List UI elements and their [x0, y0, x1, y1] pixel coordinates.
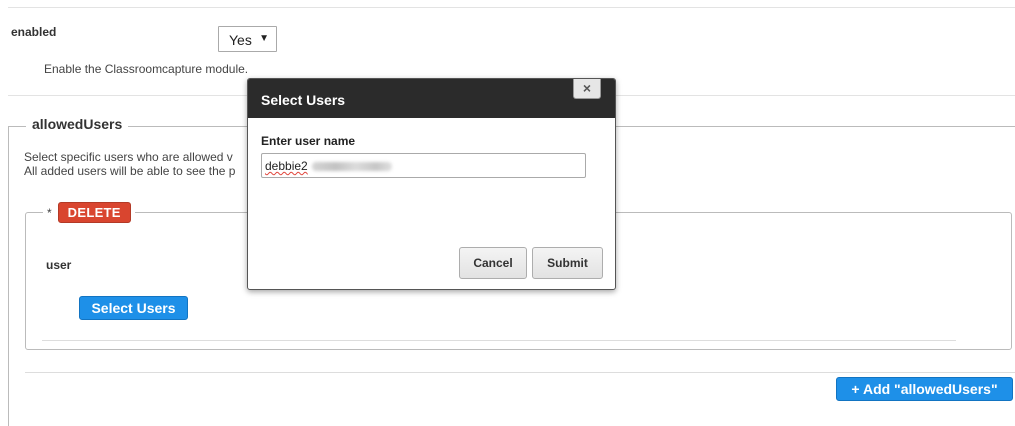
delete-button[interactable]: DELETE [57, 202, 131, 223]
add-allowed-users-button[interactable]: + Add "allowedUsers" [836, 377, 1013, 401]
allowed-users-description-line1: Select specific users who are allowed v [24, 150, 233, 164]
dialog-header: Select Users × [248, 79, 615, 118]
username-input[interactable]: debbie2 [261, 153, 586, 178]
enabled-label: enabled [11, 25, 57, 39]
chevron-down-icon: ▼ [259, 33, 269, 44]
redacted-text [311, 162, 392, 172]
user-entry-legend: * DELETE [43, 202, 135, 223]
close-icon[interactable]: × [573, 79, 601, 99]
divider-top [8, 7, 1015, 8]
required-marker: * [47, 205, 52, 220]
enabled-description: Enable the Classroomcapture module. [44, 62, 249, 76]
divider-bottom [25, 372, 1015, 373]
select-users-button[interactable]: Select Users [79, 296, 188, 320]
submit-button[interactable]: Submit [532, 247, 603, 279]
username-field-label: Enter user name [261, 134, 356, 148]
enabled-select-value: Yes [229, 32, 252, 48]
enabled-select[interactable]: Yes ▼ [218, 26, 277, 52]
user-label: user [46, 258, 72, 272]
username-input-value: debbie2 [265, 159, 308, 173]
allowed-users-legend: allowedUsers [26, 116, 129, 132]
select-users-dialog: Select Users × Enter user name debbie2 C… [247, 78, 616, 290]
dialog-title: Select Users [261, 92, 346, 108]
allowed-users-description-line2: All added users will be able to see the … [24, 164, 236, 178]
entry-divider [42, 340, 956, 341]
allowed-users-description: Select specific users who are allowed v … [24, 150, 235, 178]
cancel-button[interactable]: Cancel [459, 247, 527, 279]
